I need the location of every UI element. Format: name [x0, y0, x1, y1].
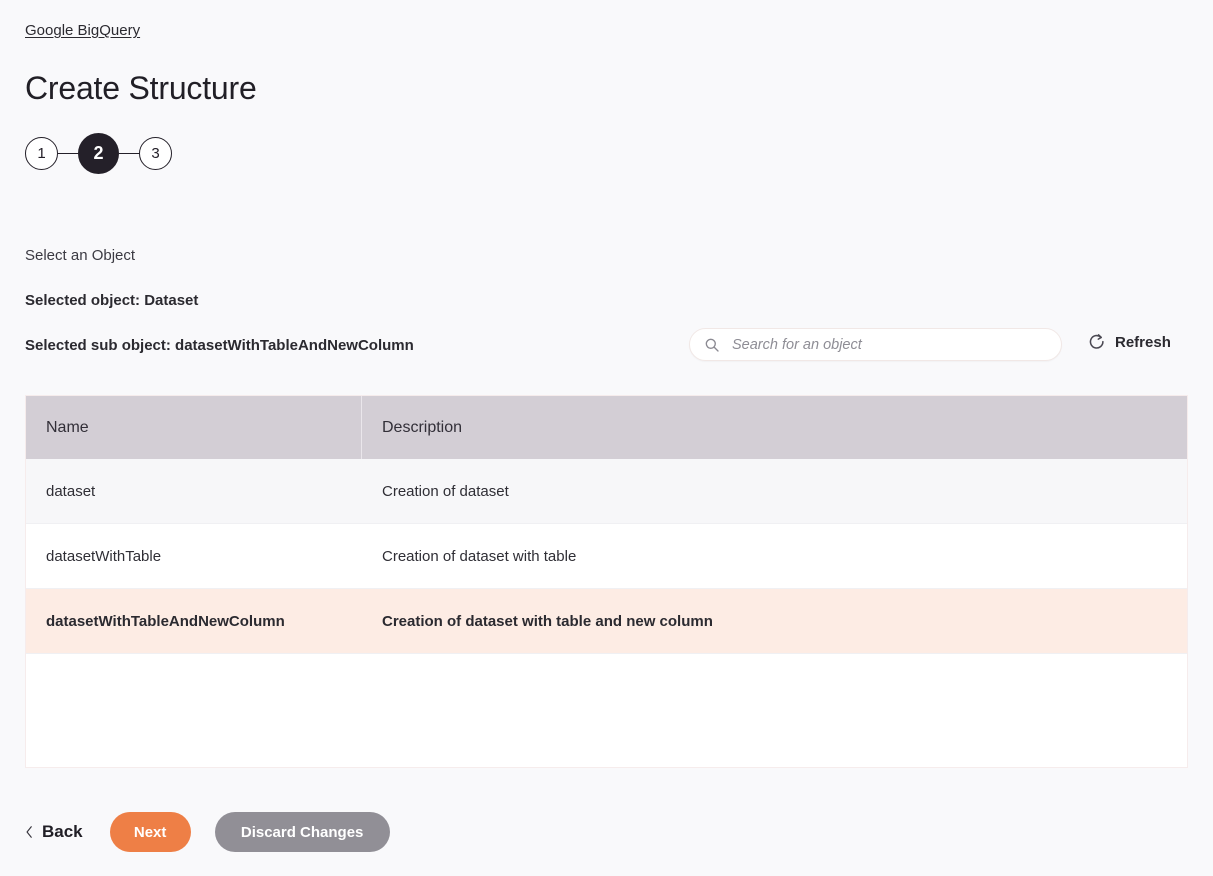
footer-actions: Back Next Discard Changes [25, 812, 390, 852]
table-header-description: Description [382, 418, 463, 436]
stepper-connector-1 [58, 152, 78, 155]
select-an-object-label: Select an Object [25, 247, 136, 264]
refresh-button[interactable]: Refresh [1088, 333, 1171, 351]
page-title: Create Structure [25, 70, 257, 106]
stepper-connector-2 [119, 152, 139, 155]
table-cell-description: Creation of dataset with table [382, 547, 577, 565]
stepper: 1 2 3 [25, 133, 172, 174]
table-cell-name: datasetWithTableAndNewColumn [46, 612, 285, 630]
chevron-left-icon [26, 826, 32, 838]
table-cell-name: datasetWithTable [46, 547, 162, 565]
next-button[interactable]: Next [109, 812, 191, 852]
table-header-name: Name [26, 396, 362, 459]
table-header-row: Name Description [26, 396, 1187, 459]
stepper-step-2[interactable]: 2 [78, 133, 119, 174]
search-icon [705, 338, 719, 352]
stepper-step-1[interactable]: 1 [25, 137, 58, 170]
stepper-step-3[interactable]: 3 [139, 137, 172, 170]
search-box[interactable] [689, 328, 1062, 361]
table-empty-area [26, 654, 1187, 767]
refresh-label: Refresh [1115, 333, 1171, 351]
selected-sub-object-label: Selected sub object: datasetWithTableAnd… [25, 337, 414, 354]
search-input[interactable] [732, 336, 1047, 353]
back-label: Back [42, 822, 83, 841]
create-structure-page: Google BigQuery Create Structure 1 2 3 S… [0, 0, 1213, 876]
objects-table: Name Description dataset Creation of dat… [25, 395, 1188, 768]
discard-changes-button[interactable]: Discard Changes [214, 812, 390, 852]
refresh-icon [1089, 334, 1104, 349]
table-cell-description: Creation of dataset [382, 482, 509, 500]
table-row[interactable]: dataset Creation of dataset [26, 459, 1187, 523]
selected-object-label: Selected object: Dataset [25, 292, 199, 309]
back-button[interactable]: Back [25, 822, 95, 842]
table-row-selected[interactable]: datasetWithTableAndNewColumn Creation of… [26, 589, 1187, 653]
table-cell-name: dataset [46, 482, 96, 500]
table-row[interactable]: datasetWithTable Creation of dataset wit… [26, 524, 1187, 588]
table-cell-description: Creation of dataset with table and new c… [382, 612, 713, 630]
breadcrumb-google-bigquery[interactable]: Google BigQuery [25, 22, 140, 39]
